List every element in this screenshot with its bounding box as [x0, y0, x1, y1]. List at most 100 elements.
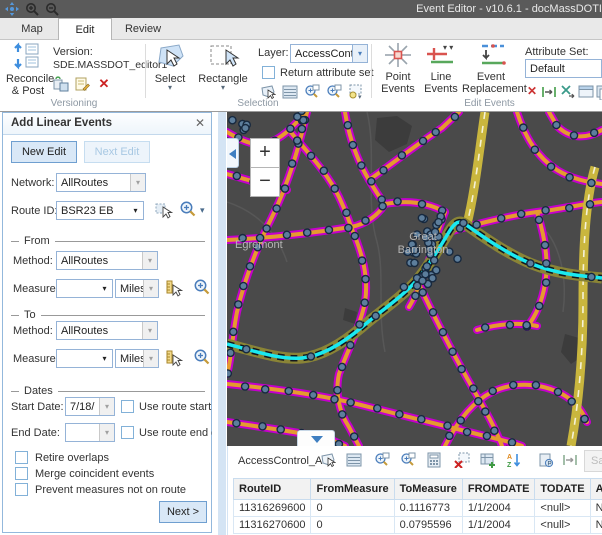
event-point[interactable]: [419, 137, 426, 144]
event-point[interactable]: [298, 125, 305, 132]
zoom-options-caret-icon[interactable]: ▾: [200, 205, 205, 216]
map-canvas[interactable]: EgremontGreatBarrington: [227, 112, 602, 446]
event-point[interactable]: [289, 160, 296, 167]
event-point[interactable]: [457, 417, 464, 424]
event-point[interactable]: [527, 260, 534, 267]
to-measure-arrow-icon[interactable]: ▾: [97, 350, 112, 367]
event-point[interactable]: [566, 204, 573, 211]
tab-edit[interactable]: Edit: [58, 18, 112, 41]
to-measure-picker-icon[interactable]: [165, 349, 183, 367]
event-point[interactable]: [506, 321, 513, 328]
event-point[interactable]: [444, 422, 451, 429]
event-point[interactable]: [518, 210, 525, 217]
event-point[interactable]: [520, 124, 527, 131]
event-point[interactable]: [418, 416, 425, 423]
event-point[interactable]: [446, 432, 453, 439]
line-events-button[interactable]: ▾ ▾ Line Events: [421, 42, 461, 95]
event-point[interactable]: [535, 216, 542, 223]
event-point[interactable]: [412, 292, 419, 299]
tab-review[interactable]: Review: [112, 18, 174, 40]
route-id-dropdown[interactable]: BSR23 EB ▾: [56, 201, 144, 220]
event-point[interactable]: [325, 226, 332, 233]
event-point[interactable]: [464, 428, 471, 435]
event-point[interactable]: [285, 387, 292, 394]
merge-coincident-events-checkbox[interactable]: [15, 467, 28, 480]
event-point[interactable]: [394, 198, 401, 205]
event-point[interactable]: [460, 219, 467, 226]
event-point[interactable]: [344, 122, 351, 129]
event-point[interactable]: [548, 163, 555, 170]
event-point[interactable]: [331, 396, 338, 403]
event-point[interactable]: [372, 312, 379, 319]
event-point[interactable]: [400, 283, 407, 290]
table-row[interactable]: 1131626960000.11167731/1/2004<null>N: [234, 500, 602, 517]
from-measure-combo[interactable]: ▾: [56, 279, 113, 298]
to-unit-dropdown[interactable]: Miles ▾: [115, 349, 159, 368]
event-point[interactable]: [418, 201, 425, 208]
to-method-dropdown[interactable]: AllRoutes ▾: [56, 321, 158, 340]
event-point[interactable]: [568, 398, 575, 405]
event-point[interactable]: [273, 205, 280, 212]
column-header-ac[interactable]: AC: [590, 479, 602, 500]
event-point[interactable]: [532, 382, 539, 389]
event-point[interactable]: [243, 346, 250, 353]
event-point[interactable]: [229, 117, 236, 124]
event-point[interactable]: [374, 405, 381, 412]
column-header-fromdate[interactable]: FROMDATE: [462, 479, 535, 500]
event-point[interactable]: [475, 398, 482, 405]
event-point[interactable]: [379, 203, 386, 210]
event-point[interactable]: [588, 273, 595, 280]
panel-splitter[interactable]: [212, 112, 227, 535]
event-point[interactable]: [262, 386, 269, 393]
event-point[interactable]: [554, 388, 561, 395]
event-point[interactable]: [233, 172, 240, 179]
table-cell[interactable]: <null>: [535, 517, 590, 534]
table-cell[interactable]: 11316270600: [234, 517, 311, 534]
event-point[interactable]: [470, 385, 477, 392]
table-row[interactable]: 1131627060000.07955961/1/2004<null>N: [234, 517, 602, 534]
tab-map[interactable]: Map: [6, 18, 58, 40]
table-list-icon[interactable]: [346, 452, 363, 469]
select-button[interactable]: Select ▾: [148, 42, 192, 91]
event-point[interactable]: [543, 260, 550, 267]
table-measure-icon[interactable]: [562, 452, 579, 469]
event-point[interactable]: [307, 353, 314, 360]
event-point[interactable]: [230, 328, 237, 335]
select-route-on-map-icon[interactable]: [155, 201, 173, 219]
network-dropdown[interactable]: AllRoutes ▾: [56, 173, 146, 192]
event-point[interactable]: [473, 221, 480, 228]
reconcile-post-button[interactable]: Reconcile & Post: [6, 42, 50, 97]
delete-version-icon[interactable]: ✕: [95, 76, 113, 92]
event-point[interactable]: [345, 224, 352, 231]
table-cell[interactable]: 1/1/2004: [462, 500, 535, 517]
collapse-panel-button[interactable]: [227, 138, 239, 168]
event-point[interactable]: [227, 370, 231, 377]
table-cell[interactable]: N: [590, 500, 602, 517]
zoom-out-icon[interactable]: [45, 2, 59, 16]
event-point[interactable]: [411, 259, 418, 266]
event-point[interactable]: [338, 363, 345, 370]
from-unit-dropdown[interactable]: Miles ▾: [115, 279, 159, 298]
event-point[interactable]: [482, 408, 489, 415]
table-cell[interactable]: 0: [311, 517, 394, 534]
table-cell[interactable]: 0.1116773: [394, 500, 462, 517]
event-point[interactable]: [523, 322, 530, 329]
event-point[interactable]: [349, 141, 356, 148]
event-point[interactable]: [541, 242, 548, 249]
table-cell[interactable]: 1/1/2004: [462, 517, 535, 534]
table-cell[interactable]: <null>: [535, 500, 590, 517]
event-point[interactable]: [396, 411, 403, 418]
table-pan-selected-icon[interactable]: [400, 452, 417, 469]
next-step-button[interactable]: Next >: [159, 501, 207, 523]
event-point[interactable]: [277, 426, 284, 433]
identify-icon[interactable]: P: [538, 452, 555, 469]
event-point[interactable]: [482, 324, 489, 331]
event-point[interactable]: [531, 146, 538, 153]
pan-icon[interactable]: [5, 2, 19, 16]
table-zoom-selected-icon[interactable]: [374, 452, 391, 469]
event-point[interactable]: [429, 309, 436, 316]
rectangle-button[interactable]: Rectangle ▾: [196, 42, 250, 91]
collapse-table-button[interactable]: [297, 430, 335, 446]
end-date-combo[interactable]: ▾: [65, 423, 115, 442]
event-point[interactable]: [429, 275, 436, 282]
